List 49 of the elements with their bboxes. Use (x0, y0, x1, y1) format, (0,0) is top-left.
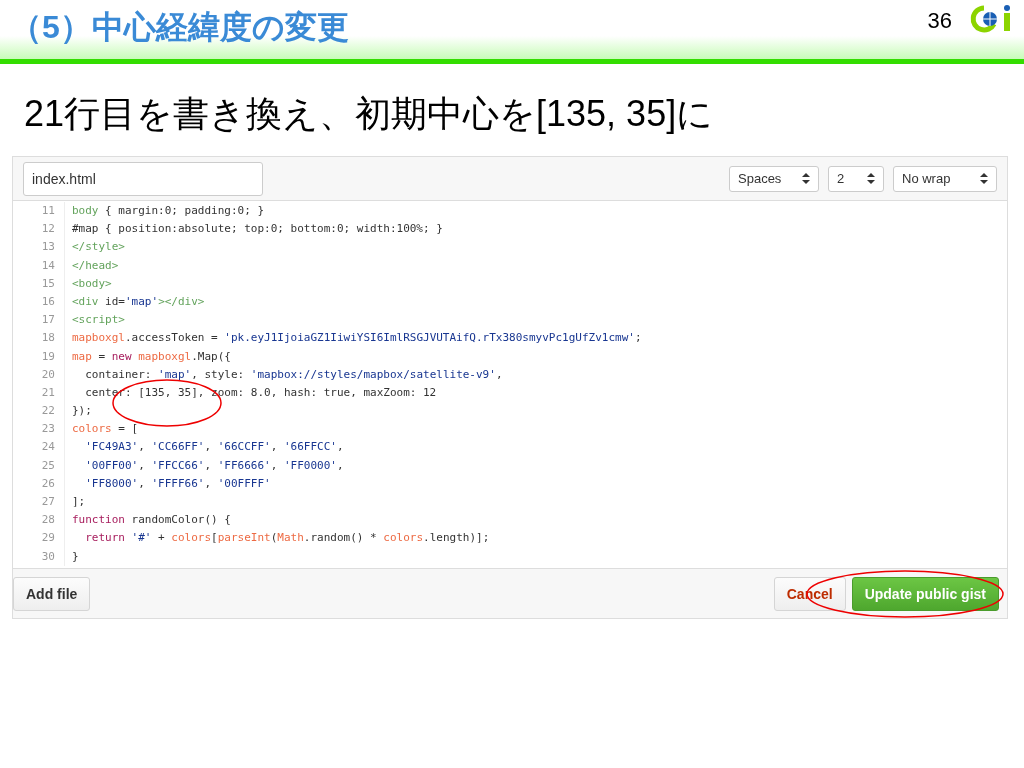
line-number: 15 (13, 274, 65, 293)
code-line: } (71, 548, 79, 565)
line-number: 18 (13, 329, 65, 348)
line-number: 12 (13, 220, 65, 239)
code-line: container: 'map', style: 'mapbox://styles/mapbox/satellite-v9', (84, 366, 503, 383)
line-number: 26 (13, 474, 65, 493)
code-line: function randomColor() { (71, 512, 231, 529)
code-line: 'FF8000', 'FFFF66', '00FFFF' (84, 475, 271, 492)
dropdown-select[interactable]: Spaces (729, 165, 819, 192)
code-line: colors = [ (71, 421, 139, 438)
line-number: 16 (13, 292, 65, 312)
code-line: <script> (71, 312, 125, 329)
line-number: 25 (13, 456, 65, 475)
dropdown-select[interactable]: No wrap (893, 165, 997, 192)
line-number: 24 (13, 438, 65, 457)
line-number: 28 (13, 511, 65, 530)
slide-title: （5）中心経緯度の変更 (10, 8, 349, 47)
code-line: map = new mapboxgl.Map({ (71, 348, 231, 365)
code-line: }); (71, 403, 92, 420)
code-line: body { margin:0; padding:0; } (71, 203, 265, 219)
line-number: 21 (13, 383, 65, 403)
code-line: 'FC49A3', 'CC66FF', '66CCFF', '66FFCC', (84, 439, 344, 456)
code-line: mapboxgl.accessToken = 'pk.eyJ1IjoiaGZ1IiwiYSI6ImlRSGJVUTAifQ.rTx380smyvPc1gUfZv1cmw'; (71, 330, 642, 347)
filename-field[interactable]: index.html (23, 161, 263, 196)
line-number: 27 (13, 493, 65, 512)
line-number: 20 (13, 365, 65, 384)
line-number: 11 (13, 202, 65, 221)
line-number: 22 (13, 402, 65, 421)
code-line: <body> (71, 275, 112, 292)
up-down-caret-icon (867, 173, 875, 184)
line-number: 17 (13, 311, 65, 330)
code-line: return '#' + colors[parseInt(Math.random() * colors.length)]; (84, 530, 490, 547)
code-line: '00FF00', 'FFCC66', 'FF6666', 'FF0000', (84, 457, 344, 474)
line-number: 19 (13, 347, 65, 366)
code-line: <div id='map'></div> (71, 293, 205, 310)
page-number: 36 (927, 8, 952, 34)
code-line: </style> (71, 239, 125, 256)
code-line: ]; (71, 494, 86, 510)
line-number: 23 (13, 420, 65, 439)
code-line: </head> (71, 257, 119, 274)
dropdown-select[interactable]: 2 (828, 165, 884, 192)
line-number: 29 (13, 529, 65, 548)
up-down-caret-icon (802, 173, 810, 184)
code-line: #map { position:absolute; top:0; bottom:0; width:100%; } (71, 221, 443, 238)
line-number: 14 (13, 256, 65, 275)
line-number: 30 (13, 547, 65, 566)
up-down-caret-icon (980, 173, 988, 184)
line-number: 13 (13, 238, 65, 257)
add-file-button[interactable]: Add file (13, 576, 91, 611)
